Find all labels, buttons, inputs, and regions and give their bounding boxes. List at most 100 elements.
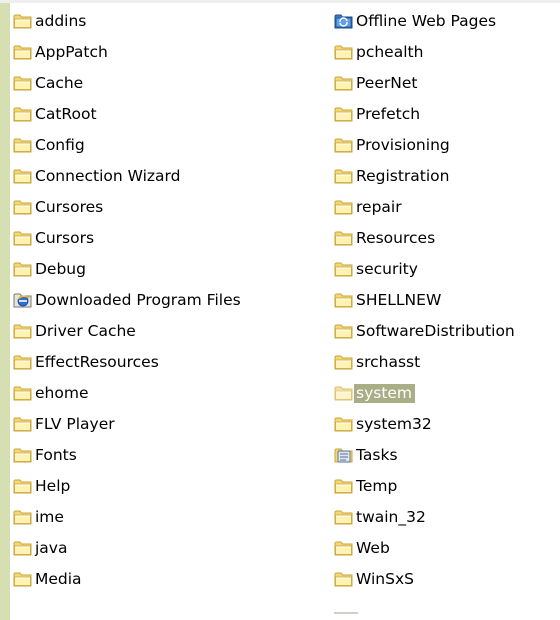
folder-icon bbox=[13, 167, 33, 185]
folder-icon bbox=[334, 260, 354, 278]
folder-item-left-2[interactable]: Cache bbox=[13, 74, 244, 105]
folder-item-right-10[interactable]: SoftwareDistribution bbox=[334, 322, 518, 353]
folder-item-right-17[interactable]: Web bbox=[334, 539, 518, 570]
folder-item-left-1[interactable]: AppPatch bbox=[13, 43, 244, 74]
folder-item-left-6[interactable]: Cursores bbox=[13, 198, 244, 229]
folder-item-left-16[interactable]: ime bbox=[13, 508, 244, 539]
folder-label: Prefetch bbox=[356, 105, 421, 123]
task-pane-edge bbox=[0, 0, 10, 620]
folder-label: Web bbox=[356, 539, 390, 557]
folder-icon bbox=[334, 384, 354, 402]
folder-label: Help bbox=[35, 477, 71, 495]
folder-icon bbox=[334, 570, 354, 588]
folder-icon bbox=[334, 167, 354, 185]
folder-label: Resources bbox=[356, 229, 436, 247]
folder-item-right-7[interactable]: Resources bbox=[334, 229, 518, 260]
file-explorer-window: addins AppPatch Cache CatRoot Config Connecti… bbox=[0, 0, 560, 620]
folder-label: ime bbox=[35, 508, 64, 526]
folder-item-right-4[interactable]: Provisioning bbox=[334, 136, 518, 167]
folder-icon bbox=[13, 446, 33, 464]
partial-next-item bbox=[334, 612, 358, 620]
folder-label: ehome bbox=[35, 384, 89, 402]
folder-label: Tasks bbox=[356, 446, 398, 464]
folder-icon bbox=[13, 260, 33, 278]
folder-icon bbox=[13, 384, 33, 402]
top-divider bbox=[0, 0, 560, 3]
folder-list-right-column: Offline Web Pages pchealth PeerNet Prefetch… bbox=[334, 12, 518, 601]
folder-item-right-8[interactable]: security bbox=[334, 260, 518, 291]
folder-item-right-14[interactable]: Tasks bbox=[334, 446, 518, 477]
folder-item-right-1[interactable]: pchealth bbox=[334, 43, 518, 74]
folder-icon bbox=[334, 322, 354, 340]
folder-icon bbox=[13, 539, 33, 557]
folder-label: Downloaded Program Files bbox=[35, 291, 241, 309]
folder-icon bbox=[13, 570, 33, 588]
folder-icon bbox=[13, 229, 33, 247]
folder-item-left-17[interactable]: java bbox=[13, 539, 244, 570]
folder-icon bbox=[13, 477, 33, 495]
folder-icon bbox=[13, 198, 33, 216]
folder-label: Fonts bbox=[35, 446, 77, 464]
folder-label: Temp bbox=[356, 477, 398, 495]
folder-item-right-0[interactable]: Offline Web Pages bbox=[334, 12, 518, 43]
folder-icon bbox=[13, 415, 33, 433]
folder-icon bbox=[13, 136, 33, 154]
tasks-folder-icon bbox=[334, 446, 354, 464]
folder-item-left-15[interactable]: Help bbox=[13, 477, 244, 508]
folder-item-left-7[interactable]: Cursors bbox=[13, 229, 244, 260]
folder-item-left-5[interactable]: Connection Wizard bbox=[13, 167, 244, 198]
folder-label: Driver Cache bbox=[35, 322, 136, 340]
folder-label: Registration bbox=[356, 167, 450, 185]
folder-item-left-4[interactable]: Config bbox=[13, 136, 244, 167]
folder-item-left-14[interactable]: Fonts bbox=[13, 446, 244, 477]
folder-icon bbox=[13, 12, 33, 30]
folder-item-right-12[interactable]: system bbox=[334, 384, 518, 415]
folder-label: AppPatch bbox=[35, 43, 108, 61]
folder-item-right-9[interactable]: SHELLNEW bbox=[334, 291, 518, 322]
folder-item-right-2[interactable]: PeerNet bbox=[334, 74, 518, 105]
folder-item-left-9[interactable]: Downloaded Program Files bbox=[13, 291, 244, 322]
folder-label: SHELLNEW bbox=[356, 291, 442, 309]
folder-label: Cache bbox=[35, 74, 84, 92]
folder-item-left-0[interactable]: addins bbox=[13, 12, 244, 43]
folder-label: repair bbox=[356, 198, 402, 216]
folder-list-left-column: addins AppPatch Cache CatRoot Config Connecti… bbox=[13, 12, 244, 601]
folder-item-left-12[interactable]: ehome bbox=[13, 384, 244, 415]
folder-icon bbox=[334, 229, 354, 247]
ie-folder-icon bbox=[13, 291, 33, 309]
folder-item-left-10[interactable]: Driver Cache bbox=[13, 322, 244, 353]
folder-icon bbox=[13, 43, 33, 61]
folder-item-right-18[interactable]: WinSxS bbox=[334, 570, 518, 601]
folder-item-left-3[interactable]: CatRoot bbox=[13, 105, 244, 136]
folder-item-right-5[interactable]: Registration bbox=[334, 167, 518, 198]
folder-item-left-13[interactable]: FLV Player bbox=[13, 415, 244, 446]
folder-icon bbox=[334, 477, 354, 495]
folder-item-right-11[interactable]: srchasst bbox=[334, 353, 518, 384]
folder-label: SoftwareDistribution bbox=[356, 322, 515, 340]
folder-icon bbox=[334, 105, 354, 123]
folder-icon bbox=[334, 353, 354, 371]
folder-icon bbox=[13, 508, 33, 526]
folder-item-right-16[interactable]: twain_32 bbox=[334, 508, 518, 539]
folder-item-right-15[interactable]: Temp bbox=[334, 477, 518, 508]
folder-item-left-11[interactable]: EffectResources bbox=[13, 353, 244, 384]
folder-item-right-13[interactable]: system32 bbox=[334, 415, 518, 446]
folder-item-right-3[interactable]: Prefetch bbox=[334, 105, 518, 136]
folder-label: Connection Wizard bbox=[35, 167, 181, 185]
folder-label: twain_32 bbox=[356, 508, 426, 526]
folder-item-right-6[interactable]: repair bbox=[334, 198, 518, 229]
folder-item-left-18[interactable]: Media bbox=[13, 570, 244, 601]
folder-icon bbox=[334, 415, 354, 433]
folder-label: pchealth bbox=[356, 43, 424, 61]
folder-label: FLV Player bbox=[35, 415, 115, 433]
folder-label: srchasst bbox=[356, 353, 421, 371]
folder-label: system32 bbox=[356, 415, 432, 433]
folder-icon bbox=[13, 105, 33, 123]
folder-label: WinSxS bbox=[356, 570, 414, 588]
folder-label: Media bbox=[35, 570, 82, 588]
folder-item-left-8[interactable]: Debug bbox=[13, 260, 244, 291]
offline-pages-icon bbox=[334, 12, 354, 30]
folder-label: Cursors bbox=[35, 229, 95, 247]
folder-label: EffectResources bbox=[35, 353, 159, 371]
folder-icon bbox=[334, 291, 354, 309]
